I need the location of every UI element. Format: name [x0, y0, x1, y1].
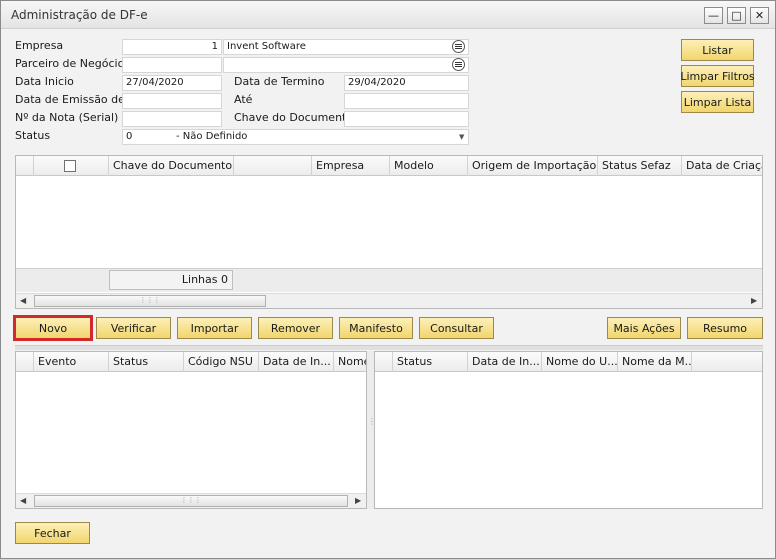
verificar-button[interactable]: Verificar [96, 317, 171, 339]
col-data-criacao[interactable]: Data de Criação [682, 156, 762, 176]
dfe-window: Administração de DF-e — □ ✕ Empresa 1 In… [0, 0, 776, 559]
novo-button[interactable]: Novo [13, 315, 93, 341]
chevron-down-icon[interactable]: ▼ [459, 133, 464, 141]
col-blank[interactable] [692, 352, 762, 372]
col-codigo-nsu[interactable]: Código NSU [184, 352, 259, 372]
col-blank[interactable] [234, 156, 312, 176]
col-data-in[interactable]: Data de In... [259, 352, 334, 372]
parceiro-code-field[interactable] [122, 57, 222, 73]
status-select[interactable]: 0 - Não Definido [122, 129, 469, 145]
data-emissao-label: Data de Emissão de [15, 93, 125, 106]
col-evento[interactable]: Evento [34, 352, 109, 372]
select-all-checkbox[interactable] [64, 160, 76, 172]
details-grid-header: Status Data de In... Nome do U... Nome d… [375, 352, 762, 372]
select-all-cell[interactable] [34, 156, 109, 176]
status-label: Status [15, 129, 51, 142]
maximize-icon[interactable]: □ [727, 7, 746, 24]
row-header-cell [16, 156, 34, 176]
importar-button[interactable]: Importar [177, 317, 252, 339]
status-code: 0 [126, 131, 133, 142]
ate-label: Até [234, 93, 253, 106]
ate-field[interactable] [344, 93, 469, 109]
empresa-name-field[interactable]: Invent Software [223, 39, 469, 55]
col-chave[interactable]: Chave do Documento [109, 156, 234, 176]
scroll-right-icon[interactable]: ▶ [355, 496, 361, 505]
details-grid[interactable]: Status Data de In... Nome do U... Nome d… [374, 351, 763, 509]
data-inicio-label: Data Inicio [15, 75, 74, 88]
col-status-sefaz[interactable]: Status Sefaz [598, 156, 682, 176]
row-header-cell [16, 352, 34, 372]
empresa-label: Empresa [15, 39, 64, 52]
empresa-lookup-icon[interactable] [452, 40, 465, 53]
listar-button[interactable]: Listar [681, 39, 754, 61]
scroll-left-icon[interactable]: ◀ [20, 296, 26, 305]
num-nota-label: Nº da Nota (Serial) [15, 111, 119, 124]
scroll-thumb[interactable]: ⋮⋮⋮ [34, 295, 266, 307]
title-bar[interactable]: Administração de DF-e — □ ✕ [1, 1, 775, 29]
parceiro-label: Parceiro de Negócios [15, 57, 131, 70]
parceiro-name-field[interactable] [223, 57, 469, 73]
limpar-lista-button[interactable]: Limpar Lista [681, 91, 754, 113]
col-empresa[interactable]: Empresa [312, 156, 390, 176]
minimize-icon[interactable]: — [704, 7, 723, 24]
documents-hscroll[interactable]: ◀ ⋮⋮⋮ ▶ [16, 293, 762, 308]
col-status[interactable]: Status [393, 352, 468, 372]
col-modelo[interactable]: Modelo [390, 156, 468, 176]
data-termino-field[interactable]: 29/04/2020 [344, 75, 469, 91]
scroll-right-icon[interactable]: ▶ [751, 296, 757, 305]
col-nome[interactable]: Nome [334, 352, 366, 372]
empresa-code-field[interactable]: 1 [122, 39, 222, 55]
parceiro-lookup-icon[interactable] [452, 58, 465, 71]
events-hscroll[interactable]: ◀ ⋮⋮⋮ ▶ [16, 493, 366, 508]
resumo-button[interactable]: Resumo [687, 317, 763, 339]
rows-count: Linhas 0 [109, 270, 233, 290]
manifesto-button[interactable]: Manifesto [339, 317, 413, 339]
chave-label: Chave do Documento [234, 111, 354, 124]
window-title: Administração de DF-e [11, 8, 148, 22]
col-data-in[interactable]: Data de In... [468, 352, 542, 372]
horizontal-splitter[interactable] [15, 345, 763, 350]
row-header-cell [375, 352, 393, 372]
documents-grid-header: Chave do Documento Empresa Modelo Origem… [16, 156, 762, 176]
vertical-splitter[interactable]: ⋮ [367, 351, 376, 509]
col-nome-usuario[interactable]: Nome do U... [542, 352, 618, 372]
data-termino-label: Data de Termino [234, 75, 325, 88]
mais-acoes-button[interactable]: Mais Ações [607, 317, 681, 339]
limpar-filtros-button[interactable]: Limpar Filtros [680, 65, 755, 87]
fechar-button[interactable]: Fechar [15, 522, 90, 544]
remover-button[interactable]: Remover [258, 317, 333, 339]
documents-grid[interactable]: Chave do Documento Empresa Modelo Origem… [15, 155, 763, 309]
scroll-thumb[interactable]: ⋮⋮⋮ [34, 495, 348, 507]
close-icon[interactable]: ✕ [750, 7, 769, 24]
num-nota-field[interactable] [122, 111, 222, 127]
col-nome-maquina[interactable]: Nome da M... [618, 352, 692, 372]
data-emissao-field[interactable] [122, 93, 222, 109]
chave-field[interactable] [344, 111, 469, 127]
col-origem[interactable]: Origem de Importação [468, 156, 598, 176]
status-text: - Não Definido [176, 131, 248, 142]
events-grid[interactable]: Evento Status Código NSU Data de In... N… [15, 351, 367, 509]
events-grid-header: Evento Status Código NSU Data de In... N… [16, 352, 366, 372]
col-status[interactable]: Status [109, 352, 184, 372]
consultar-button[interactable]: Consultar [419, 317, 494, 339]
data-inicio-field[interactable]: 27/04/2020 [122, 75, 222, 91]
scroll-left-icon[interactable]: ◀ [20, 496, 26, 505]
